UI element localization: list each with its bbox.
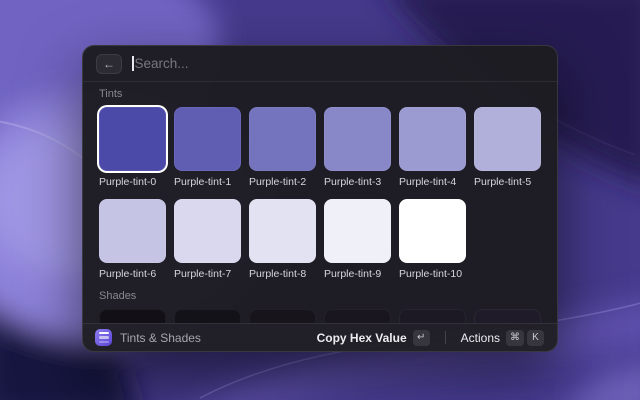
- footer-actions: Copy Hex Value ↵ Actions ⌘ K: [314, 328, 547, 348]
- swatch-color-block: [174, 199, 241, 263]
- swatch-color-block: [99, 107, 166, 171]
- command-key-icon: ⌘: [506, 330, 524, 346]
- color-swatch-tint-3[interactable]: Purple-tint-3: [324, 107, 391, 189]
- color-swatch-tint-9[interactable]: Purple-tint-9: [324, 199, 391, 281]
- text-caret: [132, 56, 134, 71]
- swatch-color-block: [324, 107, 391, 171]
- color-swatch-tint-7[interactable]: Purple-tint-7: [174, 199, 241, 281]
- swatch-label: Purple-tint-7: [174, 268, 241, 281]
- swatch-color-block: [249, 309, 316, 323]
- swatch-color-block: [174, 107, 241, 171]
- swatch-color-block: [399, 107, 466, 171]
- color-swatch-shade-4[interactable]: [399, 309, 466, 323]
- color-swatch-shade-0[interactable]: [99, 309, 166, 323]
- color-swatch-shade-3[interactable]: [324, 309, 391, 323]
- back-button[interactable]: ←: [96, 54, 122, 74]
- swatch-color-block: [399, 309, 466, 323]
- swatch-color-block: [99, 199, 166, 263]
- back-arrow-icon: ←: [103, 58, 115, 70]
- swatch-color-block: [474, 309, 541, 323]
- actions-button[interactable]: Actions ⌘ K: [458, 328, 547, 348]
- enter-key-icon: ↵: [413, 330, 430, 346]
- results-list: Tints Purple-tint-0 Purple-tint-1 Purple…: [83, 82, 557, 323]
- swatch-color-block: [474, 107, 541, 171]
- color-swatch-tint-1[interactable]: Purple-tint-1: [174, 107, 241, 189]
- swatch-label: Purple-tint-4: [399, 176, 466, 189]
- swatch-label: Purple-tint-9: [324, 268, 391, 281]
- color-swatch-tint-4[interactable]: Purple-tint-4: [399, 107, 466, 189]
- swatch-color-block: [249, 107, 316, 171]
- color-swatch-shade-2[interactable]: [249, 309, 316, 323]
- footer-divider: [445, 331, 446, 344]
- status-bar: Tints & Shades Copy Hex Value ↵ Actions …: [83, 323, 557, 351]
- actions-label: Actions: [461, 331, 500, 345]
- swatch-color-block: [324, 199, 391, 263]
- swatch-label: Purple-tint-6: [99, 268, 166, 281]
- app-name-label: Tints & Shades: [120, 331, 201, 345]
- footer-app-info: Tints & Shades: [95, 329, 314, 346]
- app-window: ← Tints Purple-tint-0 Purple-tint-1 Purp…: [82, 45, 558, 352]
- tints-shades-icon: [95, 329, 112, 346]
- color-swatch-tint-2[interactable]: Purple-tint-2: [249, 107, 316, 189]
- copy-hex-value-button[interactable]: Copy Hex Value ↵: [314, 328, 433, 348]
- search-bar: ←: [83, 46, 557, 82]
- actions-shortcut: ⌘ K: [506, 330, 544, 346]
- swatch-color-block: [399, 199, 466, 263]
- section-header-shades: Shades: [99, 290, 541, 303]
- swatch-label: Purple-tint-3: [324, 176, 391, 189]
- swatch-label: Purple-tint-8: [249, 268, 316, 281]
- swatch-color-block: [249, 199, 316, 263]
- color-swatch-tint-6[interactable]: Purple-tint-6: [99, 199, 166, 281]
- swatch-label: Purple-tint-10: [399, 268, 466, 281]
- swatch-label: Purple-tint-2: [249, 176, 316, 189]
- swatch-color-block: [174, 309, 241, 323]
- color-swatch-tint-8[interactable]: Purple-tint-8: [249, 199, 316, 281]
- swatch-label: Purple-tint-1: [174, 176, 241, 189]
- color-swatch-shade-5[interactable]: [474, 309, 541, 323]
- swatch-color-block: [99, 309, 166, 323]
- shades-grid: [99, 309, 541, 323]
- copy-hex-label: Copy Hex Value: [317, 331, 407, 345]
- swatch-label: Purple-tint-0: [99, 176, 166, 189]
- color-swatch-tint-0[interactable]: Purple-tint-0: [99, 107, 166, 189]
- section-header-tints: Tints: [99, 88, 541, 101]
- search-field: [132, 56, 544, 71]
- k-key-label: K: [527, 330, 544, 346]
- tints-grid: Purple-tint-0 Purple-tint-1 Purple-tint-…: [99, 107, 541, 281]
- color-swatch-shade-1[interactable]: [174, 309, 241, 323]
- swatch-label: Purple-tint-5: [474, 176, 541, 189]
- color-swatch-tint-10[interactable]: Purple-tint-10: [399, 199, 466, 281]
- swatch-color-block: [324, 309, 391, 323]
- color-swatch-tint-5[interactable]: Purple-tint-5: [474, 107, 541, 189]
- search-input[interactable]: [135, 56, 545, 71]
